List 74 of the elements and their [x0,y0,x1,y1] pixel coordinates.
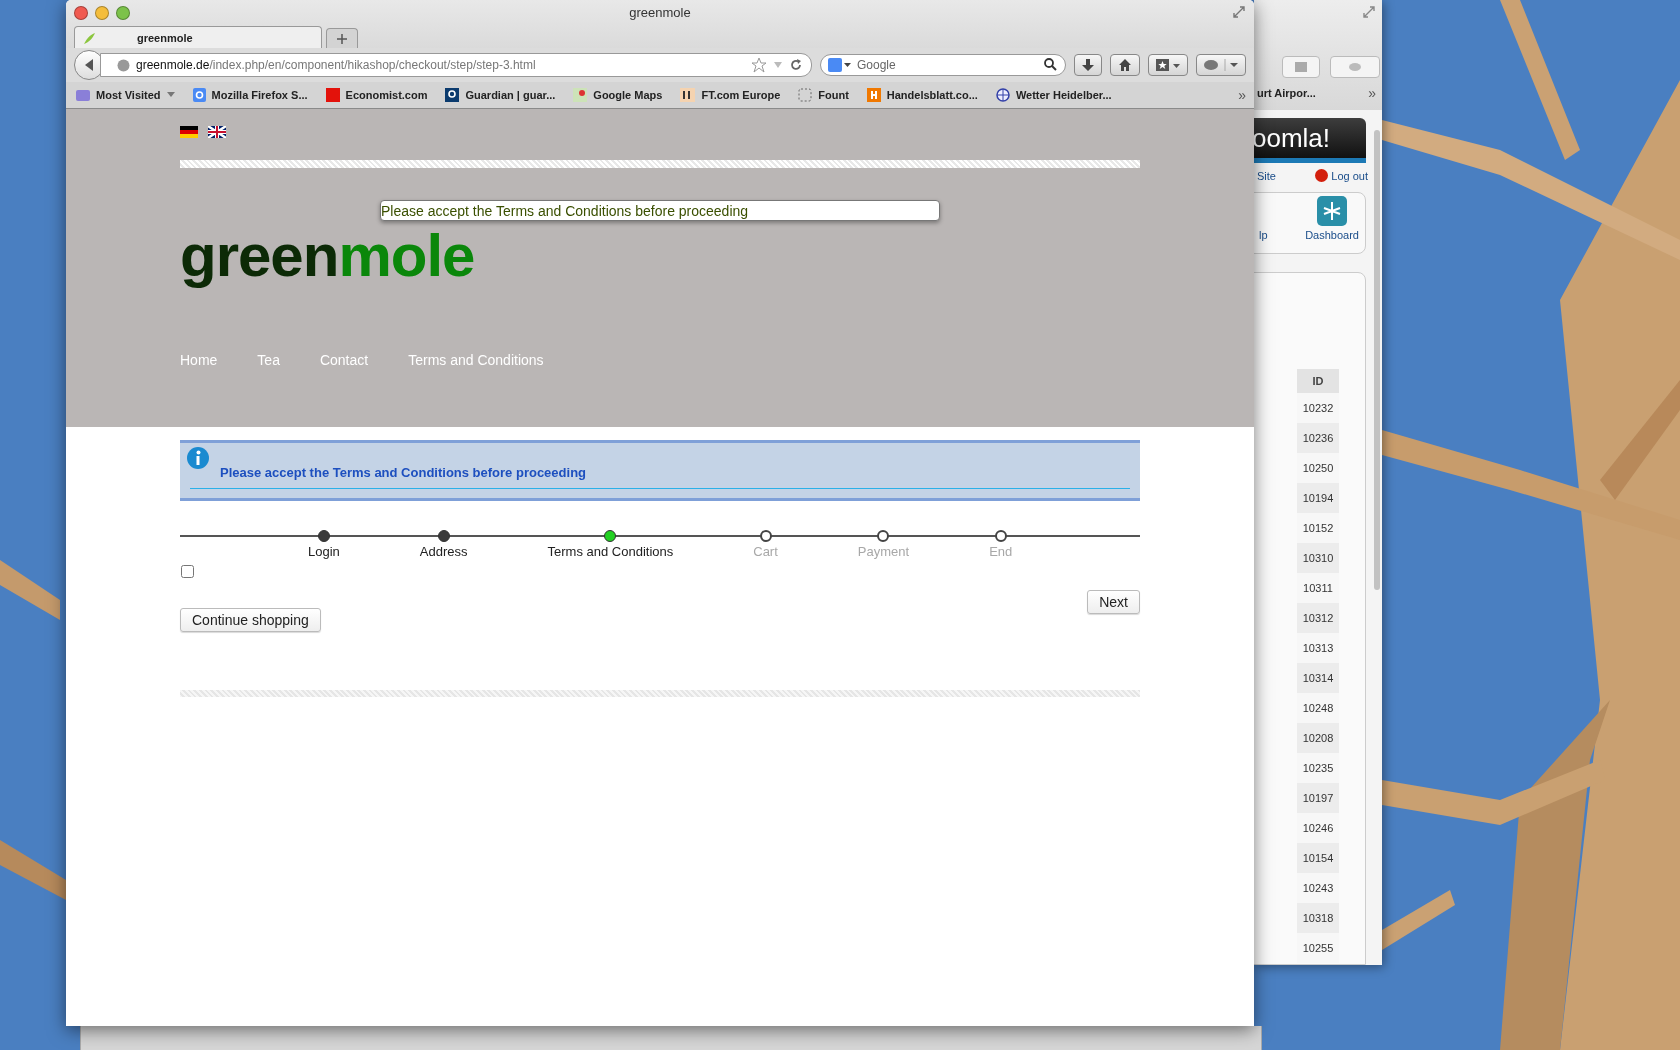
bookmark[interactable]: FT.com Europe [680,88,781,102]
step-label: Terms and Conditions [547,544,674,559]
site-logo[interactable]: greenmole [180,226,1140,286]
table-cell: 10208 [1297,723,1339,753]
bookmark[interactable]: Fount [798,88,849,102]
bookmark[interactable]: Handelsblatt.co... [866,88,978,102]
column-header[interactable]: ID [1297,369,1339,393]
plus-icon [337,33,347,44]
bookmarks-menu-button[interactable] [1148,54,1188,76]
close-button[interactable] [74,6,88,20]
new-tab-button[interactable] [326,28,358,48]
bookmark[interactable]: Wetter Heidelber... [995,88,1112,102]
info-icon [186,446,210,470]
search-field[interactable]: Google [820,54,1066,76]
bookmark[interactable]: urt Airpor... [1257,87,1316,99]
bookmark[interactable]: Google Maps [573,88,663,102]
url-text: greenmole.de/index.php/en/component/hikashop/checkout/step/step-3.html [136,58,537,72]
icon-label[interactable]: Dashboard [1305,229,1359,241]
browser-tab[interactable]: greenmole [74,26,322,48]
header-link[interactable]: Site [1257,169,1276,182]
table-cell: 10154 [1297,843,1339,873]
download-arrow-icon [1081,58,1095,72]
british-flag-icon[interactable] [208,126,226,138]
bookmark[interactable]: Guardian | guar... [445,88,556,102]
zoom-button[interactable] [116,6,130,20]
google-icon[interactable] [828,58,852,72]
tooltip: Please accept the Terms and Conditions before proceeding [380,200,940,221]
folder-icon [76,89,90,101]
message-text: Please accept the Terms and Conditions before proceeding [220,465,586,480]
table-cell: 10310 [1297,543,1339,573]
search-icon[interactable] [1044,58,1057,71]
google-icon [192,88,206,102]
handelsblatt-icon [866,88,881,102]
table-cell: 10312 [1297,603,1339,633]
alert-icon [1315,169,1329,182]
table-cell: 10314 [1297,663,1339,693]
home-icon [1118,58,1132,72]
dashed-square-icon [798,88,813,102]
caret-icon [166,92,175,98]
step-label: Login [308,544,340,559]
more-bookmarks-button[interactable]: » [1368,85,1376,101]
back-arrow-icon [83,58,95,72]
bookmark[interactable]: Most Visited [76,89,175,101]
more-bookmarks-button[interactable]: » [1238,87,1246,103]
dashboard-icon [1317,196,1348,226]
table-cell: 10194 [1297,483,1339,513]
reload-icon[interactable] [789,58,803,72]
minimize-button[interactable] [95,6,109,20]
square-icon [325,88,340,102]
addon-button[interactable] [1196,54,1246,76]
fullscreen-icon[interactable] [1232,5,1246,19]
step-label: Address [419,544,468,559]
header-link[interactable]: Log out [1315,169,1368,182]
step-label: End [989,544,1013,559]
next-button[interactable]: Next [1087,590,1140,614]
bookmark[interactable]: Economist.com [325,88,428,102]
table-cell: 10318 [1297,903,1339,933]
map-pin-icon [573,88,588,102]
window-title: greenmole [629,4,691,20]
step-label: Payment [857,544,910,559]
scrollbar[interactable] [1374,130,1380,590]
continue-shopping-button[interactable]: Continue shopping [180,608,321,632]
icon-label[interactable]: lp [1259,229,1268,241]
fullscreen-icon[interactable] [1362,5,1376,19]
checkbox[interactable] [181,565,194,578]
home-button[interactable] [1110,54,1140,76]
guardian-icon [445,88,460,102]
table-cell: 10197 [1297,783,1339,813]
table-cell: 10236 [1297,423,1339,453]
german-flag-icon[interactable] [180,126,198,138]
bookmark[interactable]: Mozilla Firefox S... [192,88,308,102]
step-label: Cart [753,544,778,559]
download-button[interactable] [1074,54,1102,76]
address-bar[interactable]: greenmole.de/index.php/en/component/hikashop/checkout/step/step-3.html [100,53,812,77]
